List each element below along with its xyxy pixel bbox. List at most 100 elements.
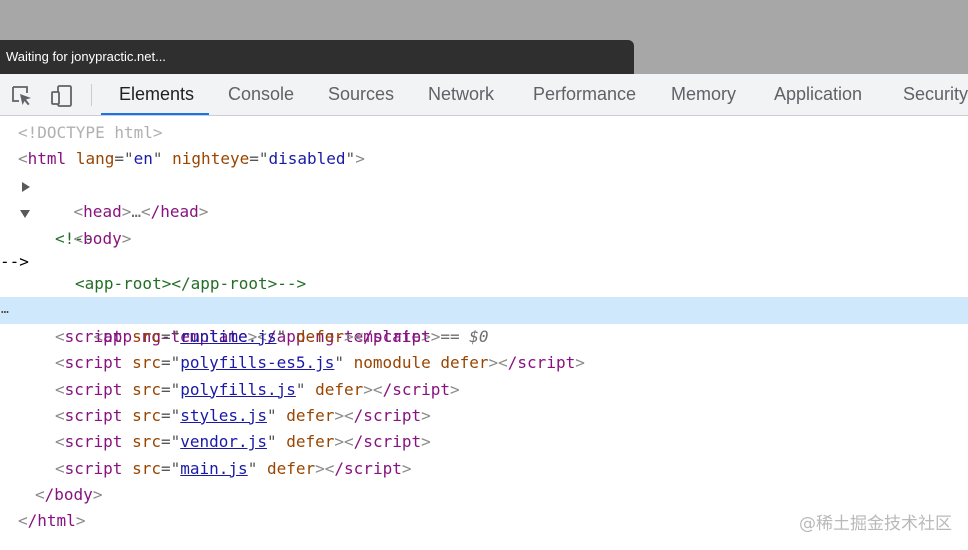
tab-console[interactable]: Console (228, 74, 294, 115)
tag-name: script (64, 405, 123, 425)
tag-bracket: >< (363, 379, 383, 399)
tag-bracket: < (18, 149, 28, 169)
tag-bracket: >< (334, 432, 354, 452)
script-src-link[interactable]: runtime.js (180, 327, 276, 346)
tag-name: script (64, 432, 123, 452)
device-toolbar-icon[interactable] (50, 84, 74, 108)
tag-bracket: >< (334, 405, 354, 425)
tab-memory[interactable]: Memory (671, 74, 736, 115)
more-actions-icon[interactable]: … (1, 297, 9, 323)
dom-node-script[interactable]: <script src="vendor.js" defer></script> (0, 429, 968, 455)
tag-bracket: < (55, 405, 65, 425)
attr-name: lang (75, 149, 115, 169)
attr-name: defer (295, 326, 345, 346)
tag-bracket: > (450, 379, 460, 399)
collapse-triangle-icon[interactable] (20, 210, 30, 219)
dom-node-script[interactable]: <script src="runtime.js" defer></script> (0, 324, 968, 350)
active-tab-indicator (101, 113, 209, 115)
attr-name: defer (315, 379, 364, 399)
dom-node-body-close[interactable]: </body> (0, 482, 968, 508)
attr-name: defer (286, 432, 335, 452)
tag-bracket: < (18, 511, 28, 531)
attr-name: src (132, 458, 161, 478)
attr-equals: =" (160, 326, 181, 346)
attr-equals: =" (249, 149, 269, 169)
attr-name: src (132, 432, 161, 452)
attr-name: src (132, 326, 161, 346)
attr-equals: =" (160, 379, 181, 399)
tag-bracket: > (575, 353, 585, 373)
tag-name: /script (353, 432, 422, 452)
attr-name: nighteye (172, 149, 250, 169)
script-src-link[interactable]: styles.js (180, 406, 267, 425)
tag-name: /body (44, 485, 93, 505)
tag-bracket: > (75, 511, 86, 531)
attr-quote: " (266, 432, 277, 452)
dom-tree: <!DOCTYPE html> <html lang="en" nighteye… (0, 120, 968, 535)
attr-name: src (132, 405, 161, 425)
tag-name: script (64, 458, 123, 478)
attr-equals: =" (160, 432, 181, 452)
tab-elements[interactable]: Elements (119, 74, 194, 115)
expand-triangle-icon[interactable] (22, 181, 30, 192)
attr-name: src (132, 353, 161, 373)
dom-node-html[interactable]: <html lang="en" nighteye="disabled"> (0, 146, 968, 172)
dom-node-script[interactable]: <script src="styles.js" defer></script> (0, 403, 968, 429)
attr-equals: =" (160, 353, 181, 373)
dom-node-script[interactable]: <script src="polyfills-es5.js" nomodule … (0, 350, 968, 376)
dom-node-head[interactable]: <head>…</head> (0, 173, 968, 221)
tag-name: script (64, 326, 123, 346)
tag-name: script (64, 379, 123, 399)
script-src-link[interactable]: polyfills-es5.js (180, 353, 334, 372)
dom-node-comment-body[interactable]: <app-root></app-root>--> (0, 271, 968, 297)
tag-bracket: > (421, 432, 431, 452)
status-bubble: Waiting for jonypractic.net... (0, 40, 634, 74)
attr-equals: =" (114, 149, 134, 169)
tag-bracket: < (35, 485, 45, 505)
attr-value: disabled (268, 149, 346, 169)
tab-sources[interactable]: Sources (328, 74, 394, 115)
attr-quote: " (276, 326, 287, 346)
inspect-element-icon[interactable] (10, 84, 34, 108)
attr-quote: " (247, 458, 258, 478)
dom-node-script[interactable]: <script src="polyfills.js" defer></scrip… (0, 377, 968, 403)
attr-name: nomodule defer (353, 353, 489, 373)
tab-performance[interactable]: Performance (533, 74, 636, 115)
tag-bracket: < (55, 379, 65, 399)
dom-node-doctype[interactable]: <!DOCTYPE html> (0, 120, 968, 146)
tag-name: /html (27, 511, 76, 531)
script-src-link[interactable]: vendor.js (180, 432, 267, 451)
tag-bracket: < (55, 432, 65, 452)
tag-name: /script (382, 379, 450, 399)
attr-quote: " (345, 149, 356, 169)
dom-node-app-ng-template[interactable]: … <app-ng-template></app-ng-template> == … (0, 297, 968, 346)
doctype-text: <!DOCTYPE html> (18, 123, 163, 142)
tab-security[interactable]: Security (903, 74, 968, 115)
tag-name: /script (353, 405, 422, 425)
tag-bracket: > (430, 326, 441, 346)
tag-bracket: > (355, 149, 365, 169)
attr-quote: " (266, 405, 277, 425)
watermark: @稀土掘金技术社区 (799, 514, 952, 534)
dom-node-script[interactable]: <script src="main.js" defer></script> (0, 456, 968, 482)
script-src-link[interactable]: main.js (180, 459, 247, 478)
attr-value: en (133, 149, 153, 169)
dom-node-body[interactable]: <body> (0, 199, 968, 248)
tag-bracket: >< (488, 353, 508, 373)
devtools-toolbar: Elements Console Sources Network Perform… (0, 74, 968, 116)
dom-node-comment[interactable]: <!-- (0, 226, 968, 252)
tab-network[interactable]: Network (428, 74, 494, 115)
attr-quote: " (152, 149, 163, 169)
tag-bracket: >< (344, 326, 364, 346)
tag-bracket: >< (315, 458, 335, 478)
tab-application[interactable]: Application (774, 74, 862, 115)
attr-quote: " (295, 379, 306, 399)
tag-name: script (64, 353, 123, 373)
toolbar-separator (91, 84, 92, 106)
script-src-link[interactable]: polyfills.js (180, 380, 296, 399)
attr-quote: " (334, 353, 345, 373)
tag-name: /script (363, 326, 431, 346)
attr-name: src (132, 379, 161, 399)
tag-name: /script (507, 353, 576, 373)
attr-equals: =" (160, 405, 181, 425)
